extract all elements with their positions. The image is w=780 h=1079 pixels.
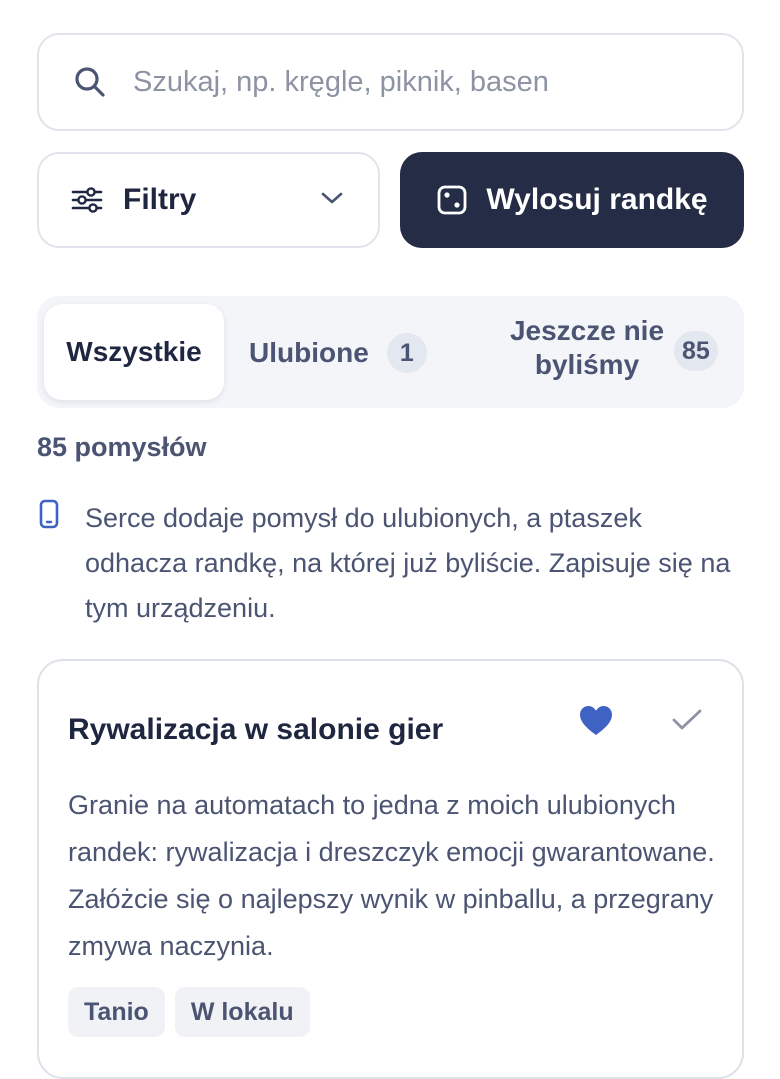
- heart-icon[interactable]: [579, 705, 613, 737]
- tab-not-visited[interactable]: Jeszcze nie byliśmy: [477, 314, 697, 390]
- card-tags: Tanio W lokalu: [68, 987, 320, 1037]
- info-note: Serce dodaje pomysł do ulubionych, a pta…: [37, 496, 747, 631]
- not-visited-count-badge: 85: [674, 331, 718, 371]
- tab-favorites-label: Ulubione: [249, 337, 369, 368]
- check-icon[interactable]: [671, 707, 703, 733]
- idea-card: Rywalizacja w salonie gier Granie na aut…: [37, 659, 744, 1079]
- card-description: Granie na automatach to jedna z moich ul…: [68, 790, 715, 961]
- sliders-icon: [71, 187, 103, 213]
- tab-bar: Wszystkie Ulubione 1 Jeszcze nie byliśmy…: [37, 296, 744, 408]
- tag: W lokalu: [174, 987, 310, 1037]
- tab-favorites[interactable]: Ulubione 1: [249, 326, 427, 380]
- tab-all-label: Wszystkie: [66, 336, 202, 367]
- draw-date-button[interactable]: Wylosuj randkę: [400, 152, 744, 248]
- dice-icon: [438, 185, 467, 215]
- chevron-down-icon: [321, 192, 343, 204]
- tab-not-visited-label: Jeszcze nie byliśmy: [509, 315, 665, 380]
- filters-label: Filtry: [123, 183, 197, 216]
- tag: Tanio: [68, 987, 165, 1037]
- draw-date-label: Wylosuj randkę: [486, 183, 708, 216]
- search-icon: [75, 67, 105, 97]
- search-box[interactable]: [37, 33, 744, 131]
- favorites-count-badge: 1: [386, 333, 427, 373]
- tab-all[interactable]: Wszystkie: [44, 304, 224, 400]
- phone-icon: [39, 499, 59, 529]
- info-text: Serce dodaje pomysł do ulubionych, a pta…: [85, 503, 731, 623]
- results-count: 85 pomysłów: [37, 432, 207, 462]
- filters-button[interactable]: Filtry: [37, 152, 380, 248]
- search-input[interactable]: [133, 65, 693, 99]
- card-title: Rywalizacja w salonie gier: [68, 713, 444, 746]
